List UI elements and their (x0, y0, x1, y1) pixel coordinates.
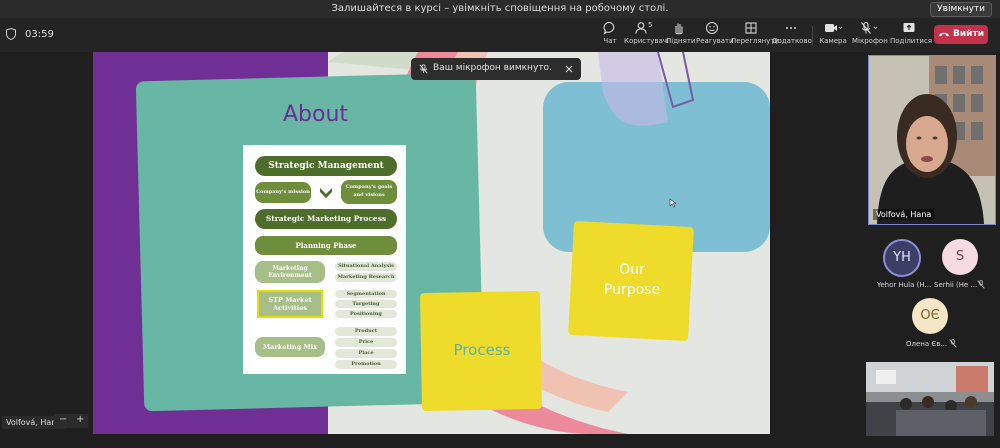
diagram-targeting: Targeting (335, 300, 397, 308)
participant-avatar-s[interactable]: S (942, 239, 978, 275)
more-button[interactable]: Додатково (772, 21, 812, 45)
notification-banner: Залишайтеся в курсі – увімкніть сповіщен… (0, 0, 1000, 18)
mic-muted-toast: Ваш мікрофон вимкнуто. (411, 58, 581, 80)
people-count: 5 (648, 21, 652, 29)
mic-off-icon (977, 280, 985, 289)
close-icon[interactable] (565, 65, 573, 73)
mic-off-icon (861, 21, 878, 34)
participant-name-oe: Олена Єв... (906, 340, 948, 348)
camera-icon (825, 24, 843, 32)
people-button[interactable]: 5 Користувачі (624, 21, 669, 45)
camera-label: Камера (819, 37, 847, 45)
more-icon (786, 27, 796, 29)
cursor-icon (669, 198, 677, 208)
purpose-card (568, 220, 694, 342)
purpose-label-line2: Purpose (603, 282, 661, 298)
diagram-price: Price (335, 338, 397, 347)
share-button[interactable]: Поділитися (890, 21, 932, 45)
diagram-stp-activities: STP Market Activities (257, 290, 323, 318)
shield-icon (6, 28, 16, 40)
share-label: Поділитися (890, 37, 933, 45)
slide-title: About (283, 102, 349, 127)
diagram-smp: Strategic Marketing Process (255, 209, 397, 229)
diagram-positioning: Positioning (335, 310, 397, 318)
camera-button[interactable]: Камера (818, 21, 848, 45)
diagram-marketing-mix: Marketing Mix (255, 337, 325, 357)
marketing-diagram: Strategic Management Company's mission C… (243, 145, 406, 374)
diagram-place: Place (335, 349, 397, 358)
shared-screen: About Strategic Management Company's mis… (93, 52, 770, 434)
toast-text: Ваш мікрофон вимкнуто. (433, 63, 552, 73)
participant-avatar-yh[interactable]: YH (883, 239, 921, 277)
diagram-marketing-research: Marketing Research (335, 273, 397, 282)
mic-off-icon (419, 64, 428, 74)
chat-button[interactable]: Чат (598, 21, 622, 45)
raise-hand-icon (675, 23, 683, 35)
process-label: Process (453, 341, 511, 359)
speaker-name: Volfová, Hana (873, 209, 935, 220)
chat-label: Чат (603, 37, 617, 45)
mic-off-icon (949, 339, 957, 348)
meeting-toolbar: 03:59 Чат 5 Користувачі Підняти Реагуват… (0, 18, 1000, 52)
people-icon: 5 (635, 21, 652, 34)
react-button[interactable]: Реагувати (696, 21, 734, 45)
speaker-video-frame (869, 56, 995, 224)
room-video[interactable] (866, 362, 994, 436)
diagram-situational-analysis: Situational Analysis (335, 262, 397, 271)
smile-icon (705, 21, 719, 35)
diagram-marketing-environment: Marketing Environment (255, 261, 325, 283)
zoom-out-button[interactable]: − (59, 414, 67, 425)
people-label: Користувачі (624, 37, 669, 45)
raise-hand-label: Підняти (666, 37, 696, 45)
leave-button[interactable]: Вийти (934, 25, 988, 44)
phone-hangup-icon (939, 32, 949, 36)
view-grid-icon (745, 22, 757, 34)
speaker-video[interactable]: Volfová, Hana (868, 55, 996, 225)
meeting-timer: 03:59 (25, 29, 54, 40)
diagram-product: Product (335, 327, 397, 336)
purpose-label-line1: Our (619, 262, 645, 278)
diagram-company-mission: Company's mission (255, 182, 311, 203)
banner-text: Залишайтеся в курсі – увімкніть сповіщен… (331, 3, 669, 14)
zoom-controls: − + (54, 414, 88, 428)
share-icon (903, 23, 915, 32)
zoom-in-button[interactable]: + (76, 414, 84, 425)
microphone-label: Мікрофон (852, 37, 888, 45)
diagram-promotion: Promotion (335, 360, 397, 369)
microphone-button[interactable]: Мікрофон (852, 21, 888, 45)
more-label: Додатково (772, 37, 812, 45)
chevron-down-icon (320, 188, 332, 198)
leave-label: Вийти (953, 29, 984, 39)
diagram-planning-phase: Planning Phase (255, 236, 397, 255)
participant-name-yh: Yehor Hula (H... (877, 281, 932, 289)
diagram-segmentation: Segmentation (335, 290, 397, 298)
diagram-strategic-management: Strategic Management (255, 156, 397, 176)
react-label: Реагувати (696, 37, 734, 45)
enable-notifications-button[interactable]: Увімкнути (930, 2, 992, 17)
chat-icon (603, 21, 615, 35)
diagram-company-goals: Company's goals and visions (341, 180, 397, 204)
participant-name-s: Serhii (Не ... (934, 281, 978, 289)
participant-avatar-oe[interactable]: OЄ (912, 298, 948, 334)
view-button[interactable]: Переглянути (731, 21, 779, 45)
toolbar-divider (812, 26, 813, 46)
room-video-frame (866, 362, 994, 436)
raise-hand-button[interactable]: Підняти (666, 21, 696, 45)
